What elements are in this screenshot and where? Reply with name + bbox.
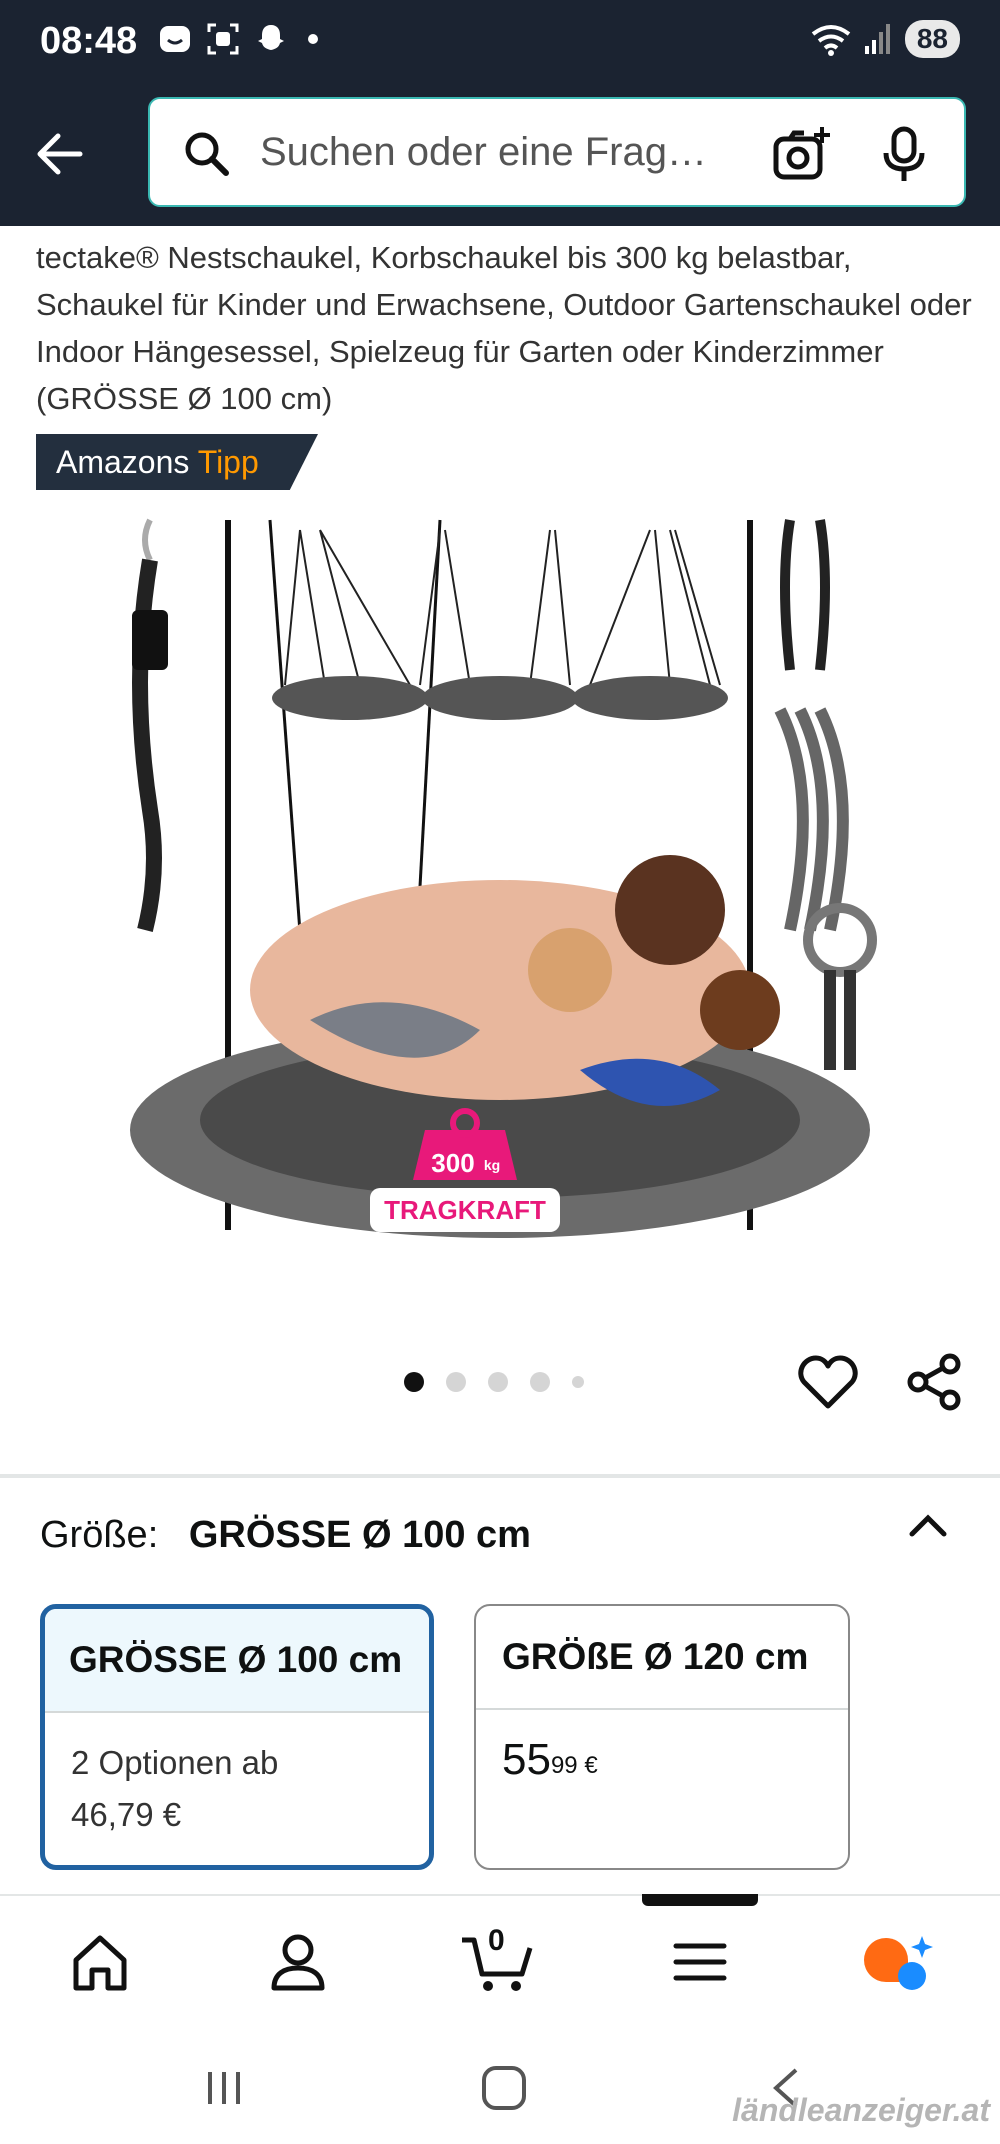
size-option-price: 46,79 € [71, 1796, 182, 1833]
size-option-details: 5599 € [476, 1710, 848, 1813]
tag-label: TRAGKRAFT [384, 1195, 546, 1225]
chevron-up-icon[interactable] [908, 1510, 948, 1540]
price-currency: € [584, 1752, 598, 1779]
rope-accessory [132, 518, 168, 932]
tag-weight-unit: kg [484, 1157, 500, 1173]
signal-icon [864, 24, 890, 54]
cart-count: 0 [488, 1924, 505, 1957]
product-image[interactable]: 300 kg TRAGKRAFT [110, 510, 890, 1270]
size-option-price: 5599 € [502, 1735, 598, 1784]
more-notifications-dot [308, 34, 318, 44]
size-option-name: GRÖSSE Ø 100 cm [45, 1609, 429, 1713]
bottom-navigation: 0 [0, 1896, 1000, 2016]
image-carousel-indicator [404, 1372, 584, 1392]
account-icon[interactable] [268, 1930, 328, 1994]
wifi-icon [811, 25, 851, 56]
amazons-choice-badge: Amazons Tipp [36, 434, 318, 490]
status-time: 08:48 [40, 20, 138, 62]
size-option-120cm[interactable]: GRÖßE Ø 120 cm 5599 € [474, 1604, 850, 1870]
section-divider [0, 1474, 1000, 1478]
microphone-icon[interactable] [880, 123, 928, 187]
hardware-accessories [774, 519, 877, 1070]
size-option-details: 2 Optionen ab 46,79 € [45, 1713, 429, 1865]
search-icon [185, 132, 229, 176]
badge-prefix: Amazons [56, 444, 190, 480]
home-icon[interactable] [70, 1930, 130, 1994]
chat-icon [160, 26, 190, 52]
price-fraction: 99 [550, 1752, 578, 1779]
search-header [0, 88, 1000, 226]
size-option-offers: 2 Optionen ab [71, 1744, 279, 1781]
carousel-dot-2[interactable] [446, 1372, 466, 1392]
carousel-dot-4[interactable] [530, 1372, 550, 1392]
home-button-icon[interactable] [482, 2066, 526, 2110]
size-label: Größe: [40, 1514, 159, 1556]
size-option-name: GRÖßE Ø 120 cm [476, 1606, 848, 1710]
menu-icon[interactable] [670, 1930, 730, 1994]
battery-level: 88 [904, 20, 960, 58]
share-icon[interactable] [904, 1352, 964, 1412]
carousel-dot-3[interactable] [488, 1372, 508, 1392]
cart-button[interactable]: 0 [460, 1924, 536, 1994]
tag-weight: 300 [431, 1148, 474, 1178]
rufus-assistant-icon[interactable] [860, 1930, 940, 1994]
status-right: 88 [811, 20, 960, 58]
size-selector-header[interactable]: Größe: GRÖSSE Ø 100 cm [40, 1514, 531, 1557]
snapchat-icon [258, 25, 284, 50]
product-title: tectake® Nestschaukel, Korbschaukel bis … [36, 240, 972, 416]
status-bar: 08:48 88 [0, 0, 1000, 88]
camera-search-icon[interactable] [770, 123, 834, 187]
swing-variants [272, 529, 728, 720]
search-bar[interactable] [148, 97, 966, 207]
carousel-dot-5[interactable] [572, 1376, 584, 1388]
heart-icon[interactable] [798, 1354, 858, 1410]
scan-icon [207, 23, 239, 55]
carousel-dot-1[interactable] [404, 1372, 424, 1392]
notification-icons [158, 22, 318, 56]
back-arrow-icon[interactable] [30, 124, 90, 184]
badge-accent: Tipp [197, 444, 259, 480]
watermark: ländleanzeiger.at [732, 2092, 990, 2128]
size-option-100cm[interactable]: GRÖSSE Ø 100 cm 2 Optionen ab 46,79 € [40, 1604, 434, 1870]
price-whole: 55 [502, 1735, 551, 1784]
search-input[interactable] [258, 121, 782, 183]
size-selected-value: GRÖSSE Ø 100 cm [188, 1514, 531, 1556]
recent-apps-icon[interactable] [202, 2066, 246, 2110]
